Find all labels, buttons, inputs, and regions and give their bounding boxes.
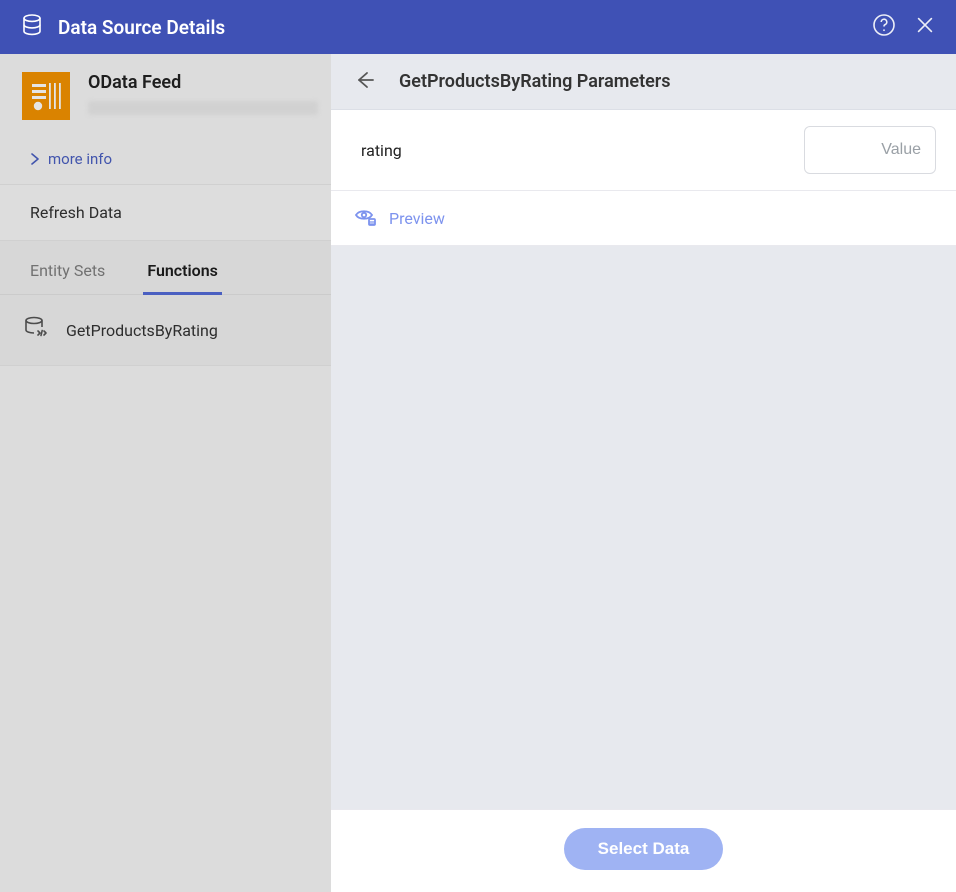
source-url-redacted (88, 101, 318, 115)
function-item[interactable]: GetProductsByRating (0, 295, 331, 366)
left-panel: OData Feed more info Refresh Data Entity… (0, 54, 331, 892)
window-title: Data Source Details (58, 16, 872, 39)
right-header: GetProductsByRating Parameters (331, 54, 956, 110)
select-data-label: Select Data (598, 839, 690, 858)
help-icon[interactable] (872, 13, 896, 41)
param-row-rating: rating (331, 110, 956, 191)
footer: Select Data (331, 809, 956, 892)
more-info-link[interactable]: more info (0, 134, 331, 184)
source-name: OData Feed (88, 72, 318, 93)
refresh-label: Refresh Data (30, 203, 122, 222)
preview-label: Preview (389, 209, 445, 228)
tab-entity-sets[interactable]: Entity Sets (30, 261, 105, 294)
source-header: OData Feed (0, 54, 331, 134)
preview-button[interactable]: Preview (331, 191, 956, 246)
function-item-label: GetProductsByRating (66, 321, 218, 340)
titlebar: Data Source Details (0, 0, 956, 54)
refresh-data-button[interactable]: Refresh Data (0, 184, 331, 241)
close-icon[interactable] (914, 14, 936, 40)
left-tabs: Entity Sets Functions (0, 241, 331, 295)
preview-icon (353, 205, 377, 231)
function-icon (22, 315, 48, 345)
select-data-button[interactable]: Select Data (564, 828, 724, 870)
parameters-title: GetProductsByRating Parameters (399, 71, 671, 92)
param-label: rating (361, 141, 402, 160)
tab-functions[interactable]: Functions (147, 261, 218, 294)
param-value-input[interactable] (804, 126, 936, 174)
tab-functions-label: Functions (147, 261, 218, 280)
back-icon[interactable] (353, 68, 377, 96)
database-icon (20, 13, 44, 41)
chevron-right-icon (30, 153, 40, 165)
more-info-label: more info (48, 150, 112, 168)
odata-icon (22, 72, 70, 120)
tab-entity-sets-label: Entity Sets (30, 261, 105, 280)
right-panel: GetProductsByRating Parameters rating Pr… (331, 54, 956, 892)
